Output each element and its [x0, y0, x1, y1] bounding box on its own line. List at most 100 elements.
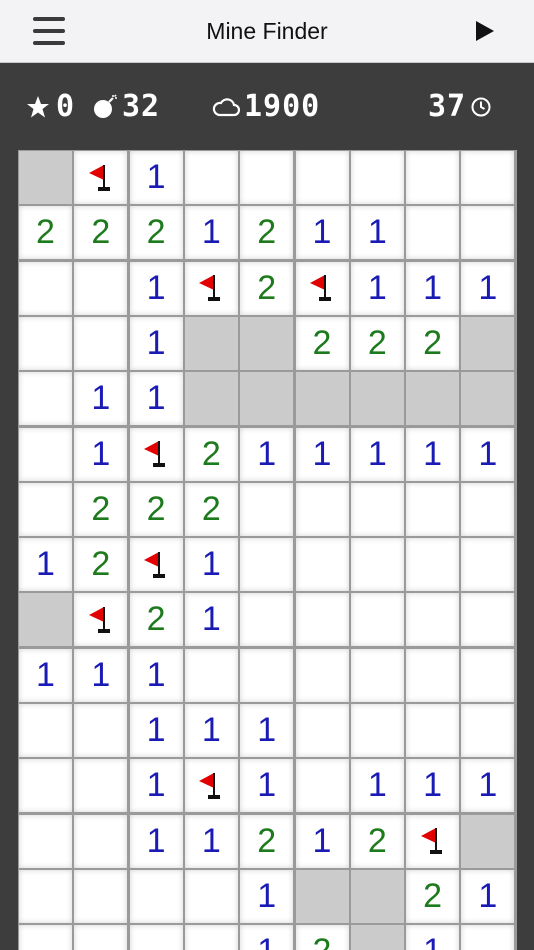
number-cell[interactable]: 1 — [406, 925, 460, 950]
flag-cell[interactable] — [184, 261, 238, 315]
empty-cell[interactable] — [19, 427, 72, 481]
unrevealed-cell[interactable] — [19, 151, 72, 204]
empty-cell[interactable] — [295, 704, 349, 757]
flag-cell[interactable] — [295, 261, 349, 315]
empty-cell[interactable] — [74, 704, 128, 757]
number-cell[interactable]: 2 — [74, 206, 128, 260]
flag-cell[interactable] — [74, 151, 128, 204]
empty-cell[interactable] — [350, 593, 404, 647]
empty-cell[interactable] — [406, 206, 460, 260]
number-cell[interactable]: 1 — [129, 814, 183, 868]
number-cell[interactable]: 1 — [19, 648, 72, 702]
number-cell[interactable]: 1 — [295, 206, 349, 260]
number-cell[interactable]: 2 — [406, 316, 460, 370]
hamburger-menu-icon[interactable] — [33, 17, 65, 45]
unrevealed-cell[interactable] — [240, 316, 294, 370]
empty-cell[interactable] — [184, 151, 238, 204]
number-cell[interactable]: 1 — [184, 538, 238, 592]
empty-cell[interactable] — [461, 206, 515, 260]
empty-cell[interactable] — [19, 925, 72, 950]
number-cell[interactable]: 2 — [74, 538, 128, 592]
number-cell[interactable]: 1 — [240, 427, 294, 481]
unrevealed-cell[interactable] — [350, 925, 404, 950]
number-cell[interactable]: 1 — [184, 704, 238, 757]
number-cell[interactable]: 1 — [461, 261, 515, 315]
number-cell[interactable]: 2 — [184, 482, 238, 536]
empty-cell[interactable] — [295, 593, 349, 647]
unrevealed-cell[interactable] — [461, 372, 515, 426]
number-cell[interactable]: 2 — [129, 482, 183, 536]
empty-cell[interactable] — [350, 538, 404, 592]
number-cell[interactable]: 1 — [461, 869, 515, 923]
empty-cell[interactable] — [461, 482, 515, 536]
number-cell[interactable]: 2 — [350, 316, 404, 370]
number-cell[interactable]: 1 — [406, 261, 460, 315]
number-cell[interactable]: 2 — [350, 814, 404, 868]
empty-cell[interactable] — [240, 482, 294, 536]
number-cell[interactable]: 1 — [240, 759, 294, 813]
empty-cell[interactable] — [19, 372, 72, 426]
number-cell[interactable]: 1 — [184, 206, 238, 260]
flag-cell[interactable] — [74, 593, 128, 647]
number-cell[interactable]: 1 — [461, 759, 515, 813]
number-cell[interactable]: 1 — [295, 814, 349, 868]
flag-cell[interactable] — [406, 814, 460, 868]
number-cell[interactable]: 1 — [184, 814, 238, 868]
empty-cell[interactable] — [74, 316, 128, 370]
number-cell[interactable]: 2 — [74, 482, 128, 536]
unrevealed-cell[interactable] — [461, 814, 515, 868]
empty-cell[interactable] — [129, 925, 183, 950]
empty-cell[interactable] — [406, 151, 460, 204]
empty-cell[interactable] — [406, 593, 460, 647]
empty-cell[interactable] — [240, 151, 294, 204]
flag-cell[interactable] — [129, 427, 183, 481]
unrevealed-cell[interactable] — [184, 316, 238, 370]
number-cell[interactable]: 2 — [184, 427, 238, 481]
empty-cell[interactable] — [350, 704, 404, 757]
number-cell[interactable]: 1 — [19, 538, 72, 592]
empty-cell[interactable] — [19, 482, 72, 536]
empty-cell[interactable] — [295, 648, 349, 702]
number-cell[interactable]: 1 — [184, 593, 238, 647]
empty-cell[interactable] — [240, 648, 294, 702]
empty-cell[interactable] — [295, 759, 349, 813]
unrevealed-cell[interactable] — [184, 372, 238, 426]
number-cell[interactable]: 1 — [129, 151, 183, 204]
empty-cell[interactable] — [74, 261, 128, 315]
flag-cell[interactable] — [184, 759, 238, 813]
number-cell[interactable]: 2 — [406, 869, 460, 923]
empty-cell[interactable] — [461, 593, 515, 647]
empty-cell[interactable] — [406, 704, 460, 757]
empty-cell[interactable] — [406, 538, 460, 592]
number-cell[interactable]: 2 — [240, 261, 294, 315]
empty-cell[interactable] — [19, 814, 72, 868]
empty-cell[interactable] — [406, 648, 460, 702]
number-cell[interactable]: 1 — [240, 869, 294, 923]
number-cell[interactable]: 1 — [350, 261, 404, 315]
number-cell[interactable]: 2 — [129, 206, 183, 260]
number-cell[interactable]: 2 — [240, 206, 294, 260]
number-cell[interactable]: 2 — [129, 593, 183, 647]
unrevealed-cell[interactable] — [406, 372, 460, 426]
empty-cell[interactable] — [19, 869, 72, 923]
number-cell[interactable]: 1 — [240, 925, 294, 950]
empty-cell[interactable] — [295, 482, 349, 536]
number-cell[interactable]: 1 — [129, 759, 183, 813]
number-cell[interactable]: 1 — [74, 648, 128, 702]
empty-cell[interactable] — [295, 151, 349, 204]
empty-cell[interactable] — [350, 151, 404, 204]
unrevealed-cell[interactable] — [240, 372, 294, 426]
empty-cell[interactable] — [19, 759, 72, 813]
number-cell[interactable]: 1 — [129, 372, 183, 426]
empty-cell[interactable] — [74, 869, 128, 923]
empty-cell[interactable] — [129, 869, 183, 923]
empty-cell[interactable] — [74, 759, 128, 813]
number-cell[interactable]: 1 — [129, 704, 183, 757]
empty-cell[interactable] — [74, 925, 128, 950]
empty-cell[interactable] — [19, 704, 72, 757]
number-cell[interactable]: 1 — [406, 427, 460, 481]
unrevealed-cell[interactable] — [350, 372, 404, 426]
empty-cell[interactable] — [461, 648, 515, 702]
number-cell[interactable]: 2 — [295, 925, 349, 950]
empty-cell[interactable] — [461, 704, 515, 757]
